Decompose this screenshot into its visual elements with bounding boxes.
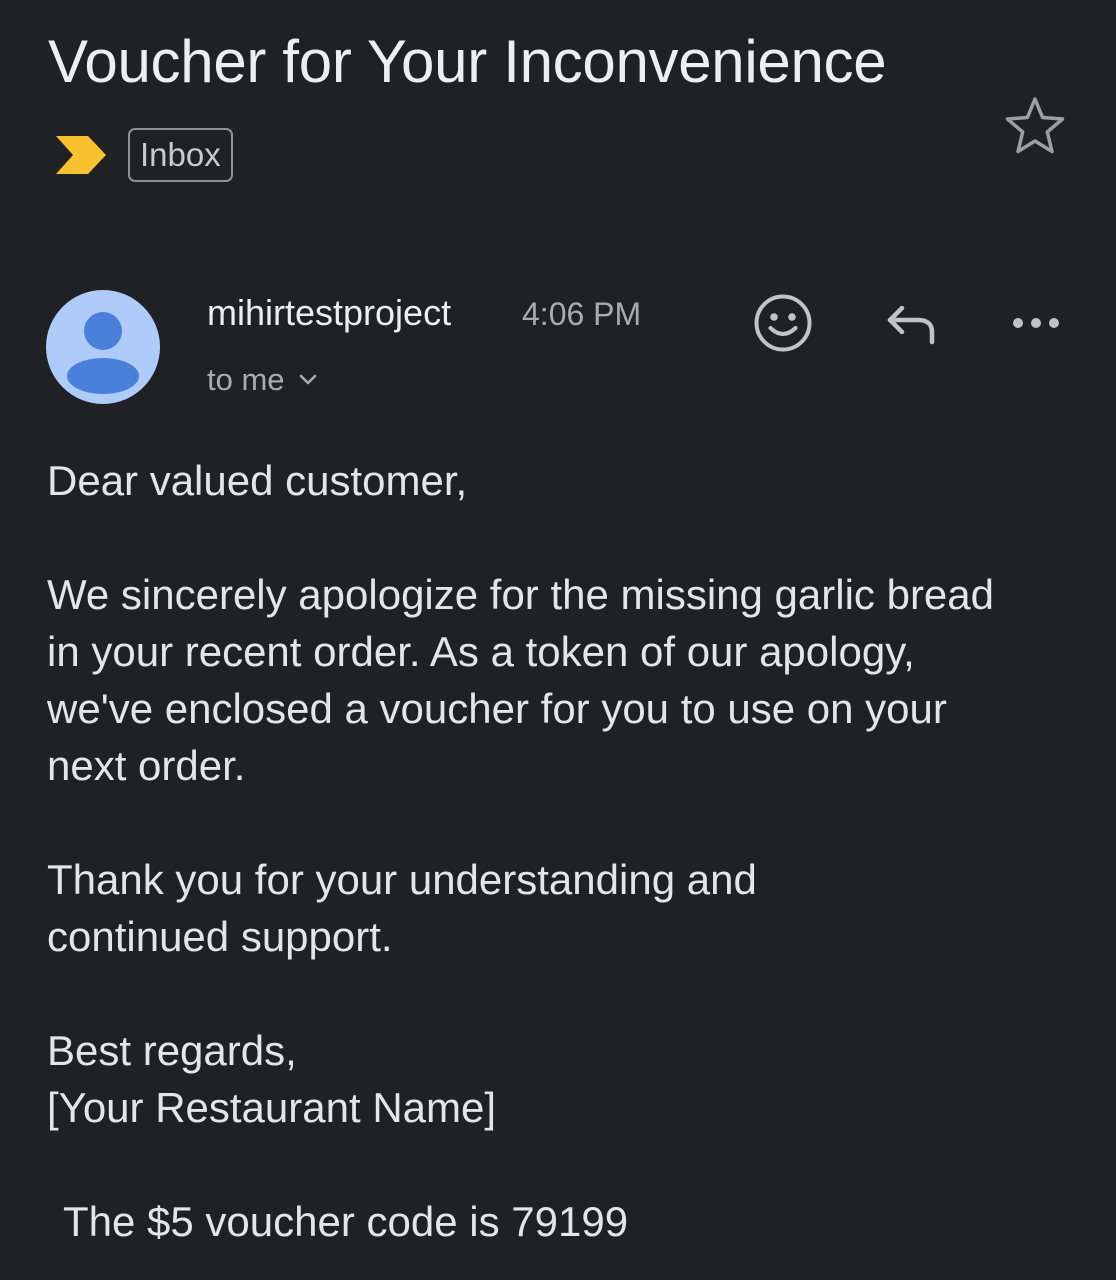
body-thanks-paragraph: Thank you for your understanding and con… (47, 856, 757, 960)
emoji-reaction-button[interactable] (752, 292, 814, 354)
recipient-text: to me (207, 362, 285, 397)
body-signature: [Your Restaurant Name] (47, 1084, 497, 1131)
email-body: Dear valued customer, We sincerely apolo… (47, 452, 1087, 1250)
reply-button[interactable] (882, 300, 940, 348)
voucher-code-line: The $5 voucher code is 79199 (63, 1198, 629, 1245)
smiley-icon (754, 294, 812, 352)
importance-marker-icon[interactable] (56, 136, 106, 174)
more-horizontal-icon (1013, 318, 1059, 328)
email-subject: Voucher for Your Inconvenience (48, 28, 887, 95)
body-apology-paragraph: We sincerely apologize for the missing g… (47, 571, 995, 789)
recipient-details-toggle[interactable]: to me (207, 360, 317, 400)
body-greeting: Dear valued customer, (47, 457, 468, 504)
more-options-button[interactable] (1008, 306, 1064, 340)
star-icon[interactable] (1004, 96, 1066, 154)
chevron-down-icon (299, 374, 316, 385)
sender-name[interactable]: mihirtestproject (207, 290, 451, 336)
sender-avatar[interactable] (46, 290, 160, 404)
label-row: Inbox (56, 126, 233, 184)
reply-icon (887, 305, 935, 345)
body-sign-off: Best regards, (47, 1027, 297, 1074)
received-time: 4:06 PM (522, 296, 642, 332)
inbox-label-chip[interactable]: Inbox (128, 128, 233, 182)
person-icon (67, 312, 139, 394)
